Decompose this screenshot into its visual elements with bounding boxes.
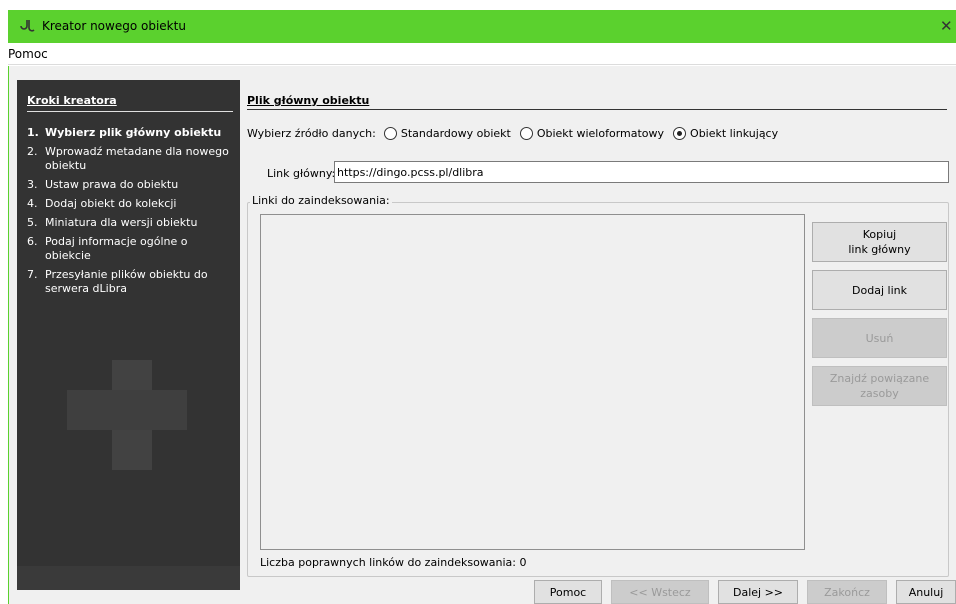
close-icon[interactable]: ✕ bbox=[940, 17, 956, 35]
valid-links-count: Liczba poprawnych linków do zaindeksowan… bbox=[260, 556, 527, 569]
step-label: Wybierz plik główny obiektu bbox=[45, 126, 222, 139]
remove-button[interactable]: Usuń bbox=[812, 318, 947, 358]
step-label: Ustaw prawa do obiektu bbox=[45, 178, 179, 191]
radio-linking-object[interactable]: Obiekt linkujący bbox=[673, 126, 779, 140]
radio-label: Obiekt linkujący bbox=[690, 126, 779, 140]
back-button[interactable]: << Wstecz bbox=[611, 580, 709, 604]
watermark-logo-icon bbox=[67, 360, 187, 470]
radio-standard-object[interactable]: Standardowy obiekt bbox=[383, 126, 511, 140]
wizard-client-area: Kroki kreatora 1. Wybierz plik główny ob… bbox=[8, 66, 956, 604]
step-label: Podaj informacje ogólne o obiekcie bbox=[45, 235, 188, 262]
step-number: 1. bbox=[27, 126, 39, 139]
step-item-2: 2. Wprowadź metadane dla nowego obiektu bbox=[27, 145, 233, 173]
section-title: Plik główny obiektu bbox=[247, 94, 947, 110]
radio-button-checked-icon[interactable] bbox=[673, 126, 687, 140]
step-label: Wprowadź metadane dla nowego obiektu bbox=[45, 145, 229, 172]
steps-list: 1. Wybierz plik główny obiektu 2. Wprowa… bbox=[27, 126, 233, 301]
radio-label: Obiekt wieloformatowy bbox=[536, 126, 665, 140]
step-item-4: 4. Dodaj obiekt do kolekcji bbox=[27, 197, 233, 211]
step-number: 5. bbox=[27, 216, 38, 229]
window-title: Kreator nowego obiektu bbox=[42, 19, 186, 33]
step-number: 7. bbox=[27, 268, 38, 281]
cancel-button[interactable]: Anuluj bbox=[896, 580, 956, 604]
radio-button-icon[interactable] bbox=[519, 126, 533, 140]
step-item-7: 7. Przesyłanie plików obiektu do serwera… bbox=[27, 268, 233, 296]
step-label: Dodaj obiekt do kolekcji bbox=[45, 197, 177, 210]
step-label: Miniatura dla wersji obiektu bbox=[45, 216, 198, 229]
steps-heading: Kroki kreatora bbox=[27, 94, 233, 112]
step-number: 4. bbox=[27, 197, 38, 210]
dlibra-logo-icon bbox=[20, 20, 35, 32]
copy-main-link-button[interactable]: Kopiuj link główny bbox=[812, 222, 947, 262]
add-link-button[interactable]: Dodaj link bbox=[812, 270, 947, 310]
step-label: Przesyłanie plików obiektu do serwera dL… bbox=[45, 268, 208, 295]
step-item-6: 6. Podaj informacje ogólne o obiekcie bbox=[27, 235, 233, 263]
source-selector: Wybierz źródło danych: Standardowy obiek… bbox=[247, 124, 787, 142]
section-title-text: Plik główny obiektu bbox=[247, 94, 370, 107]
source-label: Wybierz źródło danych: bbox=[247, 126, 376, 140]
sidebar-footer bbox=[17, 566, 240, 590]
step-number: 6. bbox=[27, 235, 38, 248]
step-item-1: 1. Wybierz plik główny obiektu bbox=[27, 126, 233, 140]
help-button[interactable]: Pomoc bbox=[534, 580, 602, 604]
next-button[interactable]: Dalej >> bbox=[718, 580, 798, 604]
links-to-index-legend: Linki do zaindeksowania: bbox=[250, 194, 392, 207]
step-number: 3. bbox=[27, 178, 38, 191]
radio-label: Standardowy obiekt bbox=[400, 126, 511, 140]
title-bar: Kreator nowego obiektu ✕ bbox=[8, 10, 956, 43]
wizard-steps-panel: Kroki kreatora 1. Wybierz plik główny ob… bbox=[17, 80, 240, 590]
main-panel: Plik główny obiektu Wybierz źródło danyc… bbox=[247, 80, 949, 590]
main-link-label: Link główny: bbox=[267, 167, 336, 180]
step-number: 2. bbox=[27, 145, 38, 158]
step-item-3: 3. Ustaw prawa do obiektu bbox=[27, 178, 233, 192]
radio-button-icon[interactable] bbox=[383, 126, 397, 140]
radio-multiformat-object[interactable]: Obiekt wieloformatowy bbox=[519, 126, 665, 140]
finish-button[interactable]: Zakończ bbox=[807, 580, 887, 604]
menu-bar: Pomoc bbox=[8, 43, 956, 65]
step-item-5: 5. Miniatura dla wersji obiektu bbox=[27, 216, 233, 230]
main-link-input[interactable] bbox=[334, 161, 949, 183]
find-related-button[interactable]: Znajdź powiązane zasoby bbox=[812, 366, 947, 406]
menu-item-help[interactable]: Pomoc bbox=[8, 47, 48, 61]
links-list[interactable] bbox=[260, 214, 805, 550]
